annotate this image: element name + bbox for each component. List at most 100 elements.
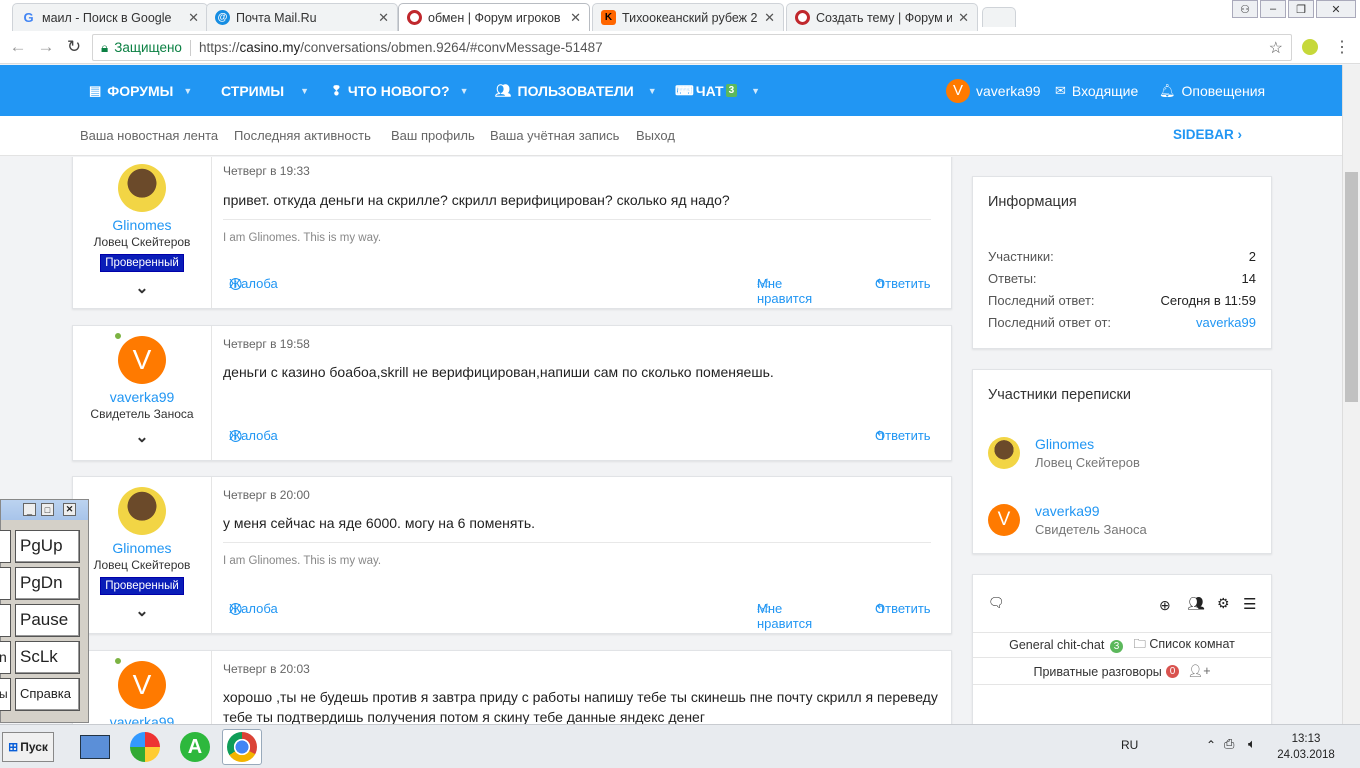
- start-button[interactable]: ⊞ Пуск: [2, 732, 54, 762]
- chrome-taskbar-icon[interactable]: [222, 729, 262, 765]
- username-link[interactable]: vaverka99: [73, 714, 211, 724]
- message-body: Четверг в 19:58 деньги с казино боабоа,s…: [223, 326, 941, 460]
- room-list-button[interactable]: 🗀︎ Список комнат: [1133, 635, 1235, 656]
- menu-dots-icon[interactable]: ⋮: [1334, 37, 1350, 57]
- avatar[interactable]: [118, 164, 166, 212]
- last-reply-user-link[interactable]: vaverka99: [1196, 315, 1256, 330]
- close-tab-icon[interactable]: ✕: [958, 10, 969, 26]
- minimize-icon[interactable]: _: [23, 503, 36, 516]
- close-tab-icon[interactable]: ✕: [188, 10, 199, 26]
- message-time[interactable]: Четверг в 19:58: [223, 337, 310, 351]
- maximize-icon[interactable]: □: [41, 503, 54, 516]
- nav-inbox[interactable]: ✉ Входящие: [1055, 65, 1138, 116]
- osk-taskbar-icon[interactable]: [75, 729, 115, 765]
- subnav-news-feed[interactable]: Ваша новостная лента: [80, 128, 218, 143]
- taskbar: ⊞ Пуск A RU ⌃ ⎙ 🔈︎ 13:13 24.03.2018: [0, 724, 1360, 768]
- osk-key-sclk[interactable]: ScLk: [15, 641, 80, 674]
- osk-key[interactable]: [0, 530, 11, 563]
- user-icon[interactable]: ⚇: [1232, 0, 1258, 18]
- menu-icon[interactable]: ☰: [1243, 595, 1256, 613]
- minimize-icon[interactable]: –: [1260, 0, 1286, 18]
- chevron-down-icon[interactable]: ⌄: [73, 427, 211, 447]
- extension-icon[interactable]: [1302, 39, 1318, 55]
- sub-navigation: Ваша новостная лента Последняя активност…: [0, 116, 1342, 156]
- users-icon[interactable]: 👥︎: [1187, 595, 1205, 612]
- nav-streams[interactable]: СТРИМЫ ▼: [221, 65, 309, 116]
- bookmark-star-icon[interactable]: ☆: [1269, 38, 1283, 58]
- tab-create-topic[interactable]: Создать тему | Форум и ✕: [786, 3, 978, 31]
- subnav-latest-activity[interactable]: Последняя активность: [234, 128, 371, 143]
- osk-key-pgdn[interactable]: PgDn: [15, 567, 80, 600]
- chevron-right-icon: ›: [1237, 127, 1243, 142]
- volume-icon[interactable]: 🔈︎: [1248, 736, 1256, 752]
- network-icon[interactable]: ⎙: [1224, 736, 1234, 752]
- nav-users[interactable]: 👥︎ ПОЛЬЗОВАТЕЛИ ▼: [495, 65, 657, 116]
- close-tab-icon[interactable]: ✕: [570, 10, 581, 26]
- username-link[interactable]: Glinomes: [73, 540, 211, 556]
- private-chats-row[interactable]: Приватные разговоры 0 👤︎+: [973, 659, 1271, 685]
- osk-key[interactable]: ы: [0, 678, 11, 711]
- reload-icon[interactable]: ↻: [60, 37, 88, 57]
- close-tab-icon[interactable]: ✕: [378, 10, 389, 26]
- new-tab-button[interactable]: [982, 7, 1016, 27]
- subnav-logout[interactable]: Выход: [636, 128, 675, 143]
- nav-alerts[interactable]: 🔔︎ Оповещения: [1159, 65, 1265, 116]
- avatar[interactable]: V: [118, 661, 166, 709]
- tab-forum-obmen[interactable]: обмен | Форум игроков ✕: [398, 3, 590, 31]
- back-arrow-icon[interactable]: ←: [4, 37, 32, 57]
- subnav-your-profile[interactable]: Ваш профиль: [391, 128, 475, 143]
- avatar[interactable]: [118, 487, 166, 535]
- folder-icon: 🗀︎: [1133, 636, 1146, 651]
- tray-expand-icon[interactable]: ⌃: [1206, 738, 1216, 752]
- subnav-your-account[interactable]: Ваша учётная запись: [490, 128, 619, 143]
- tab-kinopoisk[interactable]: K Тихоокеанский рубеж 2 ✕: [592, 3, 784, 31]
- osk-key-help[interactable]: Справка: [15, 678, 80, 711]
- clock[interactable]: 13:13 24.03.2018: [1270, 731, 1342, 763]
- avatar[interactable]: [988, 437, 1020, 469]
- app-a-icon[interactable]: A: [175, 729, 215, 765]
- osk-key[interactable]: n: [0, 641, 11, 674]
- participant[interactable]: V vaverka99 Свидетель Заноса: [988, 503, 1147, 537]
- message-author: V vaverka99 Свидетель Заноса ⌄: [73, 326, 212, 460]
- avatar[interactable]: V: [118, 336, 166, 384]
- room-general[interactable]: General chit-chat 3: [1009, 638, 1124, 653]
- tab-google-search[interactable]: G маил - Поиск в Google ✕: [12, 3, 208, 31]
- nav-account[interactable]: Vvaverka99: [946, 65, 1041, 116]
- add-user-icon[interactable]: 👤︎+: [1187, 664, 1210, 679]
- message-time[interactable]: Четверг в 19:33: [223, 164, 310, 178]
- username-link[interactable]: vaverka99: [73, 389, 211, 405]
- address-bar[interactable]: 🔒︎ Защищено https://casino.my/conversati…: [92, 34, 1292, 61]
- sidebar-toggle[interactable]: SIDEBAR ›: [1173, 127, 1242, 142]
- avatar[interactable]: V: [988, 504, 1020, 536]
- browser-app-icon[interactable]: [125, 729, 165, 765]
- lifebuoy-icon[interactable]: ⊕: [1159, 597, 1171, 614]
- close-window-icon[interactable]: ✕: [1316, 0, 1356, 18]
- nav-chat[interactable]: ⌨ ЧАТ 3 ▼: [675, 65, 760, 116]
- scrollbar-thumb[interactable]: [1345, 172, 1358, 402]
- page-scrollbar[interactable]: [1342, 65, 1360, 724]
- forward-arrow-icon[interactable]: →: [32, 37, 60, 57]
- osk-key[interactable]: [0, 604, 11, 637]
- close-tab-icon[interactable]: ✕: [764, 10, 775, 26]
- language-indicator[interactable]: RU: [1121, 738, 1138, 752]
- osk-key-pause[interactable]: Pause: [15, 604, 80, 637]
- nav-whats-new[interactable]: ❢ ЧТО НОВОГО? ▼: [331, 65, 469, 116]
- chat-bubble-icon[interactable]: 🗨︎: [988, 595, 1005, 611]
- osk-titlebar[interactable]: _ □ ✕: [1, 500, 88, 520]
- chevron-down-icon[interactable]: ⌄: [73, 601, 211, 621]
- close-icon[interactable]: ✕: [63, 503, 76, 516]
- user-title: Ловец Скейтеров: [93, 235, 191, 249]
- nav-forums[interactable]: ▤ ФОРУМЫ ▼: [89, 65, 192, 116]
- tab-mail-ru[interactable]: @ Почта Mail.Ru ✕: [206, 3, 398, 31]
- message-author: Glinomes Ловец Скейтеров Проверенный ⌄: [73, 157, 212, 308]
- osk-key-pgup[interactable]: PgUp: [15, 530, 80, 563]
- restore-icon[interactable]: ❐: [1288, 0, 1314, 18]
- chevron-down-icon[interactable]: ⌄: [73, 278, 211, 298]
- username-link[interactable]: Glinomes: [73, 217, 211, 233]
- message-time[interactable]: Четверг в 20:00: [223, 488, 310, 502]
- gear-icon[interactable]: ⚙: [1217, 595, 1230, 612]
- message-time[interactable]: Четверг в 20:03: [223, 662, 310, 676]
- chat-widget: 🗨︎ ⊕ 👥︎ ⚙ ☰ General chit-chat 3 🗀︎ Списо…: [972, 574, 1272, 724]
- osk-key[interactable]: [0, 567, 11, 600]
- participant[interactable]: Glinomes Ловец Скейтеров: [988, 436, 1140, 470]
